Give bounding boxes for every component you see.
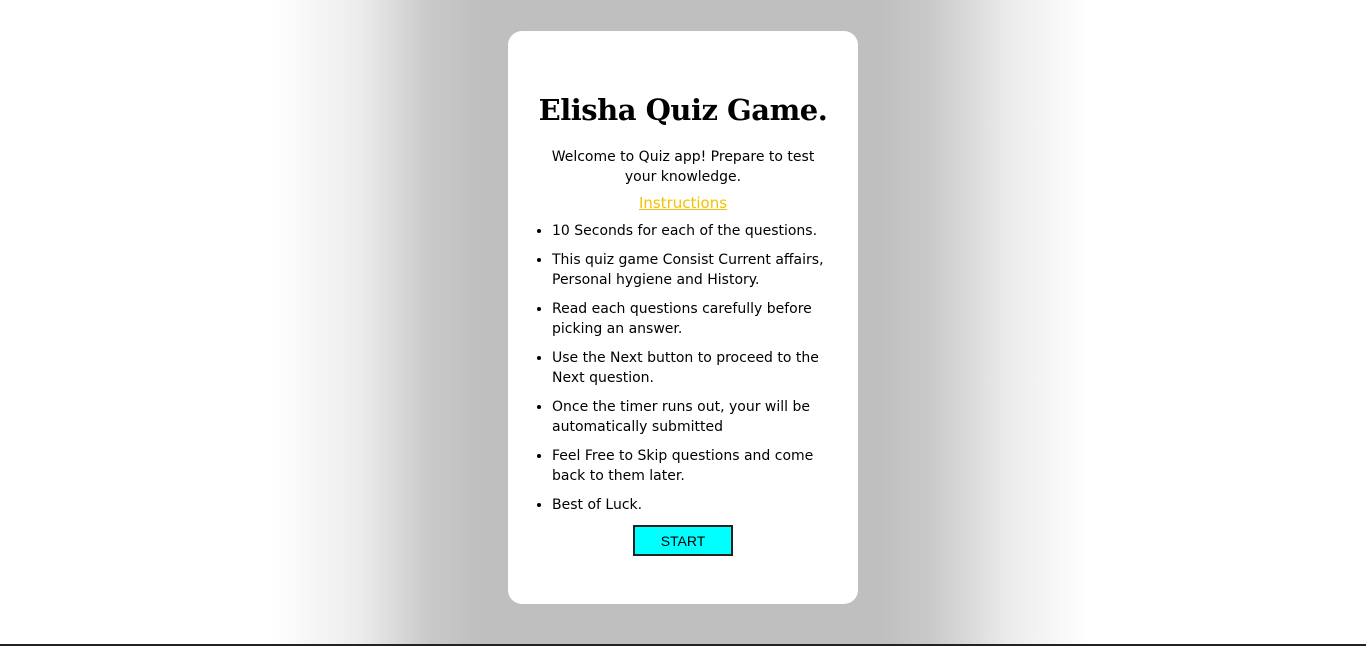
- quiz-intro-card: Elisha Quiz Game. Welcome to Quiz app! P…: [508, 31, 858, 604]
- instruction-item: Best of Luck.: [552, 495, 834, 515]
- instructions-link[interactable]: Instructions: [639, 193, 727, 213]
- instruction-item: This quiz game Consist Current affairs, …: [552, 250, 834, 290]
- welcome-text: Welcome to Quiz app! Prepare to test you…: [551, 149, 815, 185]
- start-button[interactable]: START: [633, 525, 733, 556]
- instructions-list: 10 Seconds for each of the questions. Th…: [532, 221, 834, 515]
- instruction-item: Read each questions carefully before pic…: [552, 299, 834, 339]
- instruction-item: Feel Free to Skip questions and come bac…: [552, 446, 834, 486]
- instruction-item: Once the timer runs out, your will be au…: [552, 397, 834, 437]
- instruction-item: 10 Seconds for each of the questions.: [552, 221, 834, 241]
- instruction-item: Use the Next button to proceed to the Ne…: [552, 348, 834, 388]
- page-title: Elisha Quiz Game.: [538, 93, 828, 127]
